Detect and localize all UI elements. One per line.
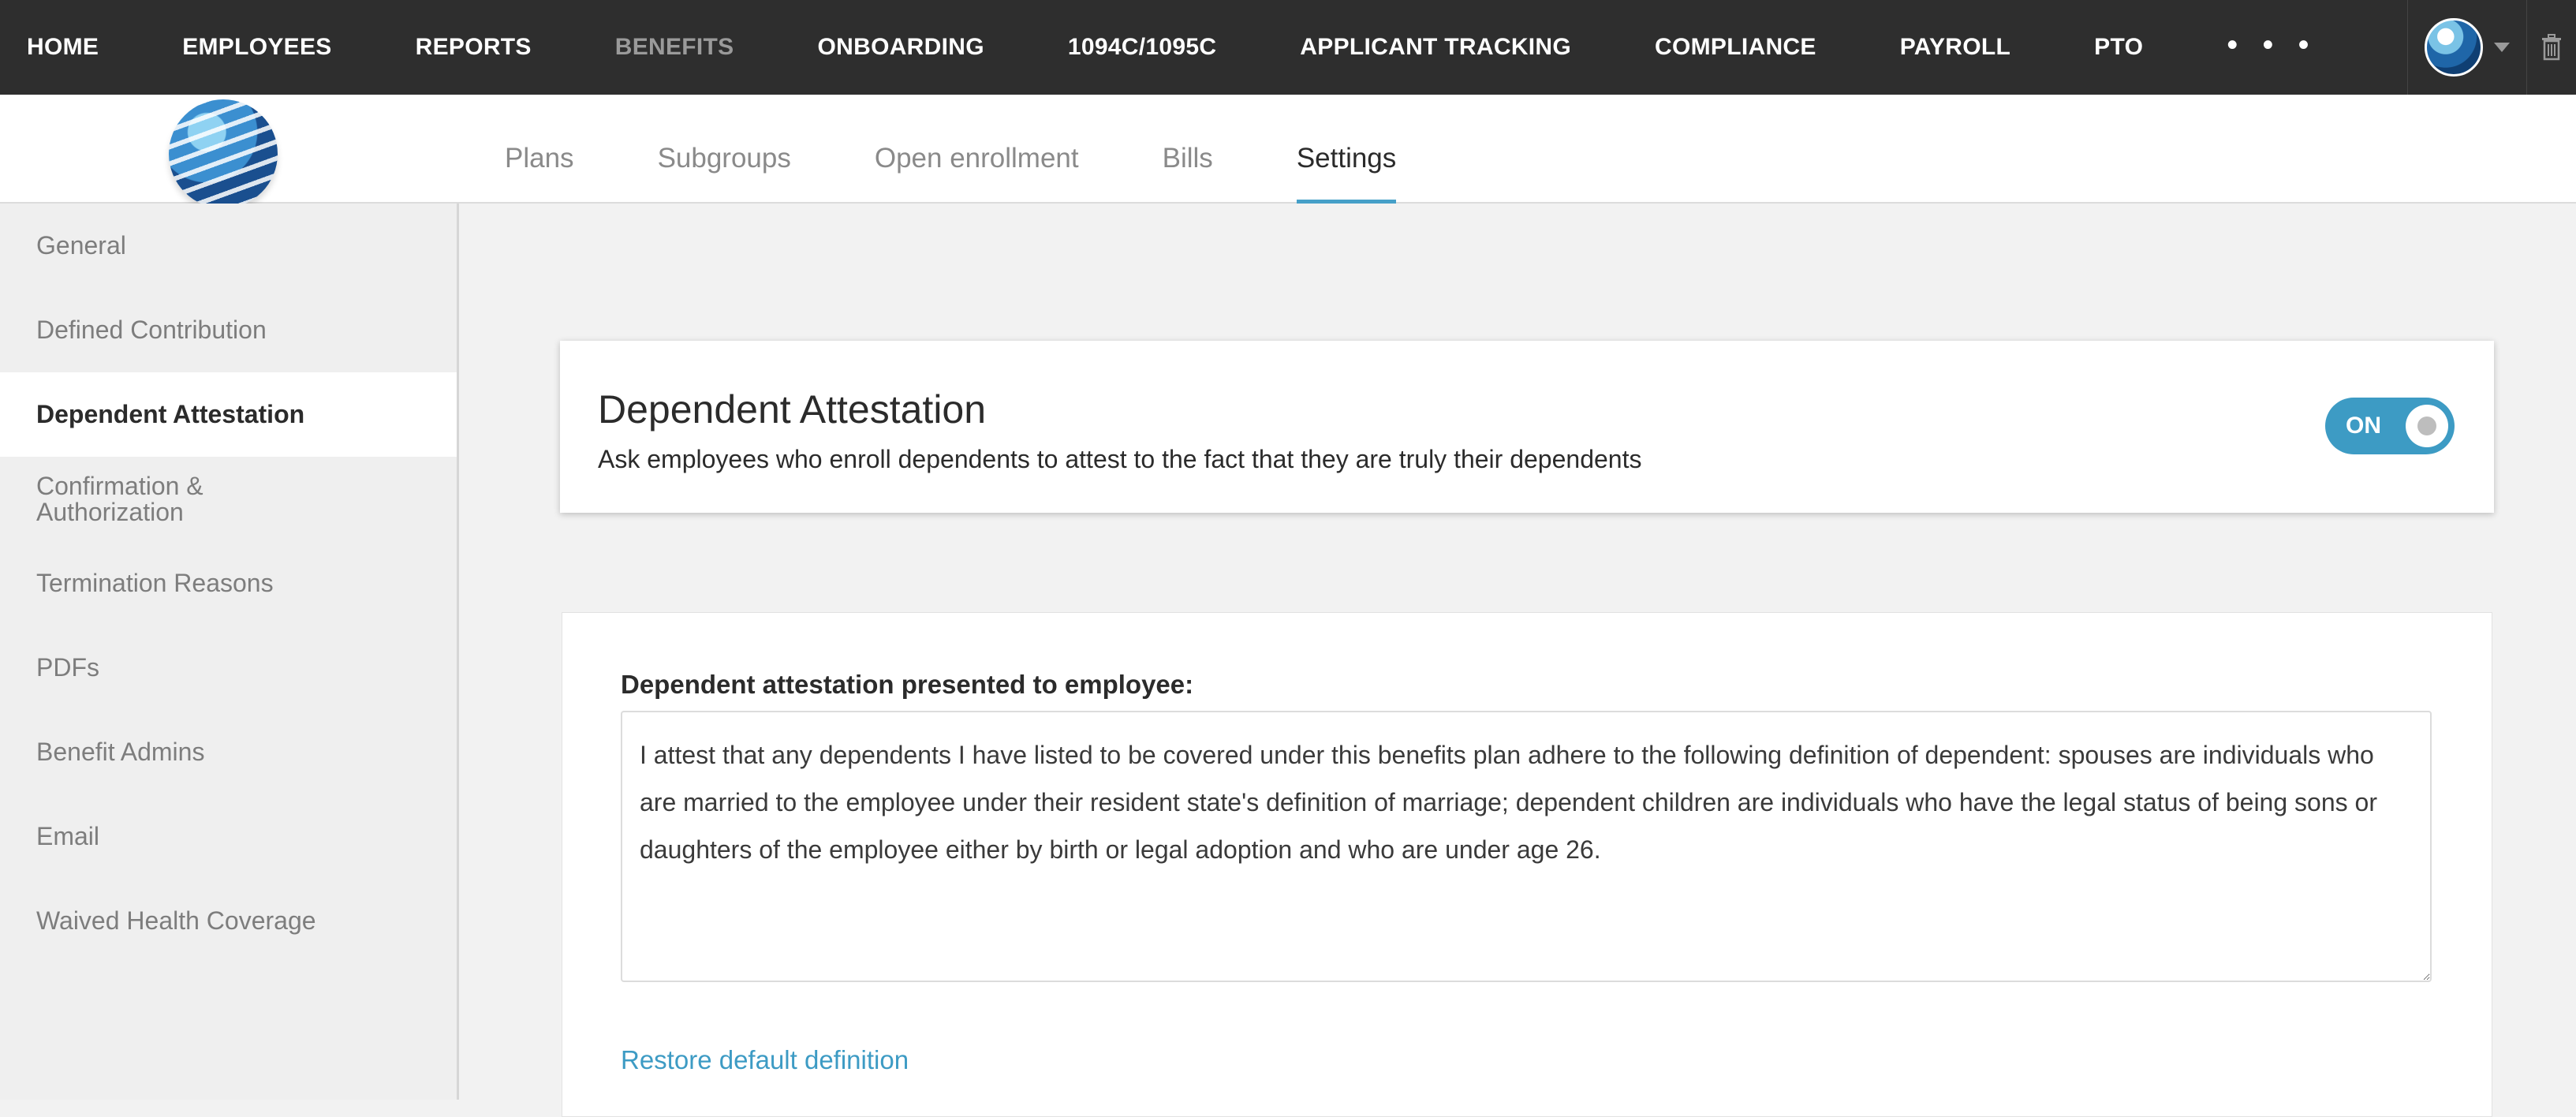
definition-field-label: Dependent attestation presented to emplo… xyxy=(621,670,1194,699)
tab-settings[interactable]: Settings xyxy=(1296,95,1397,204)
toggle-knob xyxy=(2406,405,2448,447)
section-description: Ask employees who enroll dependents to a… xyxy=(598,445,1642,473)
chevron-down-icon xyxy=(2494,43,2510,52)
sidebar-item-defined-contribution[interactable]: Defined Contribution xyxy=(0,288,457,372)
sidebar-item-confirmation-authorization[interactable]: Confirmation & Authorization xyxy=(0,457,260,541)
settings-sidebar: General Defined Contribution Dependent A… xyxy=(0,204,459,1100)
sidebar-item-waived-health-coverage[interactable]: Waived Health Coverage xyxy=(0,879,457,963)
dependent-attestation-card: Dependent Attestation Ask employees who … xyxy=(560,341,2494,513)
top-navigation: HOME EMPLOYEES REPORTS BENEFITS ONBOARDI… xyxy=(0,0,2576,95)
toggle-label: ON xyxy=(2346,413,2381,439)
nav-benefits[interactable]: BENEFITS xyxy=(615,34,734,61)
nav-compliance[interactable]: COMPLIANCE xyxy=(1655,34,1816,61)
tab-plans[interactable]: Plans xyxy=(505,95,574,204)
nav-onboarding[interactable]: ONBOARDING xyxy=(818,34,984,61)
globe-avatar-icon xyxy=(2425,18,2483,77)
trash-button[interactable] xyxy=(2527,0,2576,95)
tab-bills[interactable]: Bills xyxy=(1163,95,1213,204)
attestation-toggle[interactable]: ON xyxy=(2325,398,2455,454)
sidebar-item-termination-reasons[interactable]: Termination Reasons xyxy=(0,541,457,626)
nav-pto[interactable]: PTO xyxy=(2094,34,2143,61)
account-menu-button[interactable] xyxy=(2407,0,2527,95)
attestation-definition-card: Dependent attestation presented to emplo… xyxy=(562,612,2492,1117)
sidebar-item-email[interactable]: Email xyxy=(0,794,457,879)
attestation-definition-textarea[interactable]: I attest that any dependents I have list… xyxy=(621,711,2432,982)
sidebar-item-dependent-attestation[interactable]: Dependent Attestation xyxy=(0,372,457,457)
tab-subgroups[interactable]: Subgroups xyxy=(658,95,791,204)
top-nav-right xyxy=(2407,0,2576,95)
nav-applicant-tracking[interactable]: APPLICANT TRACKING xyxy=(1300,34,1571,61)
globe-logo-icon[interactable] xyxy=(169,99,278,208)
settings-tabs: Plans Subgroups Open enrollment Bills Se… xyxy=(505,95,1480,204)
sidebar-item-pdfs[interactable]: PDFs xyxy=(0,626,457,710)
sidebar-item-benefit-admins[interactable]: Benefit Admins xyxy=(0,710,457,794)
trash-icon xyxy=(2542,34,2561,61)
nav-1094c-1095c[interactable]: 1094C/1095C xyxy=(1068,34,1216,61)
nav-employees[interactable]: EMPLOYEES xyxy=(182,34,331,61)
sub-header: Plans Subgroups Open enrollment Bills Se… xyxy=(0,95,2576,208)
sidebar-item-general[interactable]: General xyxy=(0,204,457,288)
more-menu-icon[interactable]: • • • xyxy=(2227,29,2317,61)
tab-open-enrollment[interactable]: Open enrollment xyxy=(875,95,1079,204)
top-nav-items: HOME EMPLOYEES REPORTS BENEFITS ONBOARDI… xyxy=(0,0,2317,95)
restore-default-link[interactable]: Restore default definition xyxy=(621,1045,909,1075)
section-title: Dependent Attestation xyxy=(598,387,987,431)
nav-home[interactable]: HOME xyxy=(27,34,99,61)
nav-payroll[interactable]: PAYROLL xyxy=(1900,34,2010,61)
nav-reports[interactable]: REPORTS xyxy=(416,34,532,61)
